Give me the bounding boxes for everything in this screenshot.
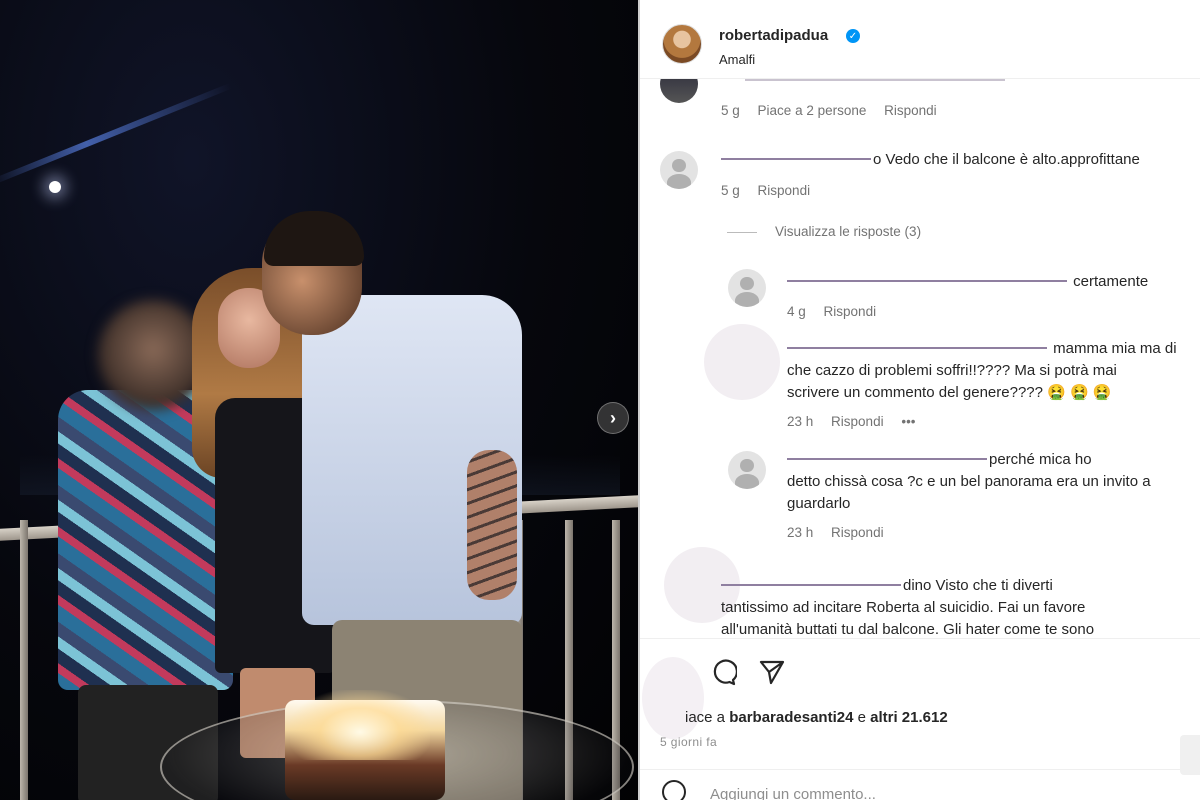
emoji-icon[interactable]	[662, 780, 686, 800]
comment-meta: 5 g Rispondi	[721, 183, 824, 198]
redacted-username	[787, 347, 1047, 350]
reply-body-line2: detto chissà cosa ?c e un bel panorama e…	[787, 473, 1151, 490]
redacted-username	[787, 280, 1067, 283]
comment-body: Vedo che il balcone è alto.approfittane	[885, 151, 1140, 168]
comment-author-tail: o	[873, 151, 882, 168]
reply-button[interactable]: Rispondi	[758, 183, 811, 198]
reply-avatar[interactable]	[728, 451, 766, 489]
reply-button[interactable]: Rispondi	[824, 304, 877, 319]
reply-meta: 23 h Rispondi	[787, 525, 898, 540]
liker-avatar[interactable]	[642, 657, 704, 739]
commenter-avatar[interactable]	[660, 151, 698, 189]
reply-body-line3: guardarlo	[787, 495, 851, 512]
reply-button[interactable]: Rispondi	[884, 103, 937, 118]
reply-meta: 23 h Rispondi •••	[787, 414, 930, 429]
comment-icon[interactable]	[708, 658, 738, 688]
reply-body: certamente	[1073, 273, 1149, 290]
reply-body-line1: perché mica ho	[989, 451, 1092, 468]
redacted-text	[745, 79, 1005, 81]
author-username[interactable]: robertadipadua	[719, 27, 828, 44]
moon-reflection	[0, 82, 233, 186]
reply-age: 4 g	[787, 304, 806, 319]
reply-age: 23 h	[787, 414, 814, 429]
comment-text: dino Visto che ti diverti tantissimo ad …	[721, 575, 1181, 637]
reply-text: perché mica ho detto chissà cosa ?c e un…	[787, 449, 1187, 515]
post-actions: iace a barbaradesanti24 e altri 21.612 5…	[640, 638, 1200, 800]
comment-age: 5 g	[721, 183, 740, 198]
comment-body-line1: dino Visto che ti diverti	[903, 577, 1053, 594]
comment-body-line2: tantissimo ad incitare Roberta al suicid…	[721, 599, 1086, 616]
railing-post	[20, 520, 28, 800]
reply-body-line2: che cazzo di problemi soffri!!???? Ma si…	[787, 362, 1117, 379]
reply-text: mamma mia ma di che cazzo di problemi so…	[787, 338, 1187, 404]
reply-avatar[interactable]	[728, 269, 766, 307]
author-avatar[interactable]	[662, 24, 702, 64]
view-replies-button[interactable]: Visualizza le risposte (3)	[727, 224, 921, 239]
redacted-username	[787, 458, 987, 461]
reply-body-line1: mamma mia ma di	[1053, 340, 1177, 357]
post-photo: ›	[0, 0, 638, 800]
more-options-icon[interactable]: •••	[901, 414, 915, 429]
add-comment-bar: Aggiungi un commento...	[640, 769, 1200, 800]
add-comment-input[interactable]: Aggiungi un commento...	[710, 786, 876, 800]
reply-avatar[interactable]	[704, 324, 780, 400]
comment-age: 5 g	[721, 103, 740, 118]
comment-body-line3: all'umanità buttati tu dal balcone. Gli …	[721, 621, 1095, 637]
redacted-username	[721, 158, 871, 161]
scroll-handle[interactable]	[1180, 735, 1200, 775]
likes-user[interactable]: barbaradesanti24	[729, 709, 853, 726]
reply-button[interactable]: Rispondi	[831, 414, 884, 429]
comment-likes[interactable]: Piace a 2 persone	[758, 103, 867, 118]
reply-age: 23 h	[787, 525, 814, 540]
post-location[interactable]: Amalfi	[719, 52, 755, 67]
share-icon[interactable]	[757, 658, 787, 688]
likes-summary[interactable]: iace a barbaradesanti24 e altri 21.612	[685, 709, 948, 726]
comments-panel: robertadipadua ✓ Amalfi 5 g Piace a 2 pe…	[640, 0, 1200, 800]
redacted-username	[721, 584, 901, 587]
likes-prefix: iace a	[685, 709, 726, 726]
comment-meta: 5 g Piace a 2 persone Rispondi	[721, 103, 951, 118]
verified-badge-icon: ✓	[846, 29, 860, 43]
likes-joiner: e	[857, 709, 866, 726]
chevron-right-icon: ›	[610, 407, 616, 428]
likes-others[interactable]: altri 21.612	[870, 709, 948, 726]
commenter-avatar[interactable]	[660, 79, 698, 103]
post-date: 5 giorni fa	[660, 735, 718, 749]
moon	[49, 181, 61, 193]
reply-body-line3: scrivere un commento del genere???? 🤮 🤮 …	[787, 384, 1112, 401]
reply-meta: 4 g Rispondi	[787, 304, 890, 319]
comment-text: o Vedo che il balcone è alto.approfittan…	[721, 149, 1140, 171]
reply-text: certamente	[787, 271, 1148, 293]
post-header: robertadipadua ✓ Amalfi	[640, 0, 1200, 79]
reply-button[interactable]: Rispondi	[831, 525, 884, 540]
sparkler-candles	[290, 690, 430, 760]
carousel-next-button[interactable]: ›	[597, 402, 629, 434]
comment-list[interactable]: 5 g Piace a 2 persone Rispondi o Vedo ch…	[640, 79, 1200, 637]
